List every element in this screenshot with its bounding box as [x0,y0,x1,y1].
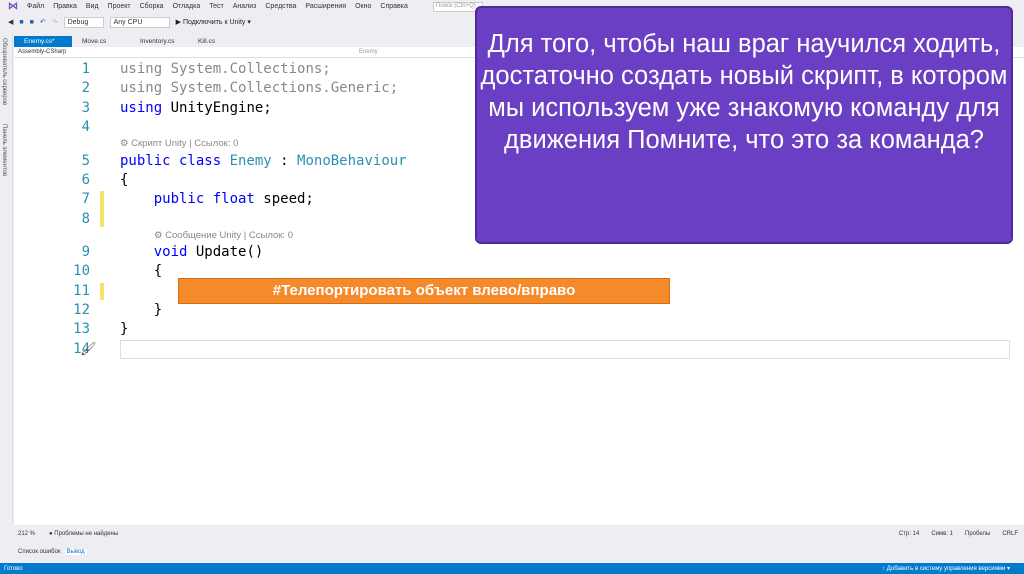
status-bar: Готово ↑ Добавить в систему управления в… [0,563,1024,574]
platform-select[interactable]: Any CPU [109,16,170,28]
line-number: 8 [81,211,90,227]
menu-test[interactable]: Тест [209,3,223,10]
line-number: 2 [81,80,90,96]
callout-hint: #Телепортировать объект влево/вправо [178,278,670,304]
line-number: 6 [81,172,90,188]
class-dropdown[interactable]: Enemy [359,47,378,58]
keyword: void [120,244,188,260]
editor-status-bar: 212 % ● Проблемы не найдены Стр: 14 Симв… [14,528,1024,540]
document-tabs: Enemy.cs* Move.cs Inventory.cs Kill.cs [14,36,246,47]
tab-enemy[interactable]: Enemy.cs* [14,36,72,47]
line-number: 5 [81,153,90,169]
menu-project[interactable]: Проект [108,3,131,10]
menu-extensions[interactable]: Расширения [305,3,346,10]
redo-icon[interactable]: ↷ [52,18,58,26]
line-number: 4 [81,119,90,135]
line-number: 9 [81,244,90,260]
keyword: using [120,100,163,116]
toolbox-tab[interactable]: Панель элементов [1,124,7,176]
attach-unity-button[interactable]: ▶ Подключить к Unity ▾ [176,18,251,26]
visual-studio-logo-icon: ⋈ [8,0,18,12]
line-number: 1 [81,61,90,77]
configuration-select[interactable]: Debug [63,16,104,28]
callout-question: Для того, чтобы наш враг научился ходить… [475,6,1013,244]
save-icon[interactable]: ■ [19,19,23,26]
line-number: 11 [73,283,90,299]
codelens-unity-script[interactable]: ⚙ Скрипт Unity | Ссылок: 0 [120,138,238,149]
line-indicator: Стр: 14 [898,531,920,537]
line-number: 10 [73,263,90,279]
quick-actions-brush-icon[interactable]: 🖌 [80,341,97,357]
status-ready: Готово [4,565,23,572]
tab-kill[interactable]: Kill.cs [188,36,246,47]
menu-debug[interactable]: Отладка [173,3,201,10]
code-text: : [271,153,298,169]
problems-indicator[interactable]: ● Проблемы не найдены [49,531,118,537]
line-number: 7 [81,191,90,207]
code-text: System.Collections; [162,61,331,77]
code-text: Update() [187,244,264,260]
class-name: Enemy [229,153,272,169]
menu-file[interactable]: Файл [27,3,44,10]
column-indicator: Симв: 1 [931,531,954,537]
zoom-select[interactable]: 212 % [18,531,35,537]
change-marker [100,283,104,300]
code-text: System.Collections.Generic; [162,80,399,96]
keyword: public float [120,191,255,207]
menu-help[interactable]: Справка [380,3,407,10]
save-all-icon[interactable]: ■ [30,19,34,26]
tab-move[interactable]: Move.cs [72,36,130,47]
menu-view[interactable]: Вид [86,3,99,10]
side-panel: Обозреватель серверов Панель элементов [0,34,13,524]
tab-inventory[interactable]: Inventory.cs [130,36,188,47]
menu-tools[interactable]: Средства [265,3,296,10]
code-text: UnityEngine; [162,100,272,116]
undo-icon[interactable]: ↶ [40,18,46,26]
code-text: { [120,172,129,188]
keyword: public class [120,153,230,169]
tab-output[interactable]: Вывод [64,548,87,555]
change-marker [100,191,104,227]
keyword: using [120,61,163,77]
code-text: } [120,302,163,318]
add-source-control-button[interactable]: ↑ Добавить в систему управления версиями… [882,565,1024,572]
server-explorer-tab[interactable]: Обозреватель серверов [1,38,7,105]
current-line-highlight [120,340,1010,359]
eol-indicator[interactable]: CRLF [1002,531,1018,537]
code-text: { [120,263,163,279]
menu-edit[interactable]: Правка [53,3,77,10]
tab-error-list[interactable]: Список ошибок [18,549,61,555]
project-dropdown[interactable]: Assembly-CSharp [18,47,66,58]
bottom-panel-tabs: Список ошибок Вывод [14,546,87,557]
back-icon[interactable]: ◀ [8,18,13,26]
code-text: } [120,321,129,337]
keyword: using [120,80,163,96]
menu-window[interactable]: Окно [355,3,371,10]
menu-analyze[interactable]: Анализ [233,3,257,10]
spaces-indicator[interactable]: Пробелы [965,531,990,537]
line-number: 3 [81,100,90,116]
base-class: MonoBehaviour [297,153,407,169]
menu-build[interactable]: Сборка [140,3,164,10]
line-number: 12 [73,302,90,318]
line-number: 13 [73,321,90,337]
codelens-unity-message[interactable]: ⚙ Сообщение Unity | Ссылок: 0 [154,230,293,241]
code-text: speed; [254,191,314,207]
